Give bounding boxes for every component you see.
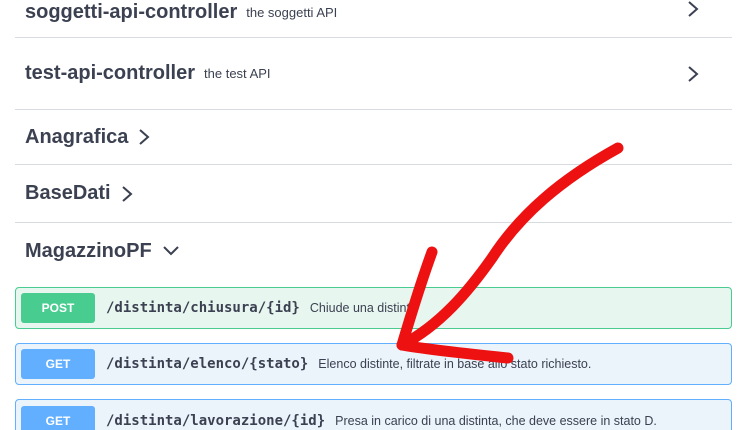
controller-name: soggetti-api-controller — [25, 1, 238, 23]
operation-summary: Elenco distinte, filtrate in base allo s… — [318, 357, 592, 371]
section-anagrafica[interactable]: Anagrafica — [15, 110, 732, 165]
operation-summary: Presa in carico di una distinta, che dev… — [335, 414, 657, 428]
operation-get-elenco[interactable]: GET /distinta/elenco/{stato} Elenco dist… — [15, 343, 732, 385]
chevron-right-icon[interactable] — [686, 0, 700, 18]
operation-path: /distinta/chiusura/{id} — [106, 300, 300, 316]
chevron-right-icon[interactable] — [686, 65, 700, 83]
operation-summary: Chiude una distinta — [309, 301, 417, 315]
operation-get-lavorazione[interactable]: GET /distinta/lavorazione/{id} Presa in … — [15, 399, 732, 430]
section-magazzinopf[interactable]: MagazzinoPF — [15, 223, 732, 279]
chevron-right-icon — [138, 128, 150, 146]
section-name: MagazzinoPF — [25, 239, 152, 262]
chevron-down-icon — [162, 245, 180, 257]
operation-post-chiusura[interactable]: POST /distinta/chiusura/{id} Chiude una … — [15, 287, 732, 329]
operation-path: /distinta/lavorazione/{id} — [106, 413, 326, 429]
controller-description: the soggetti API — [246, 5, 338, 20]
controller-soggetti[interactable]: soggetti-api-controller the soggetti API — [15, 0, 732, 38]
chevron-right-icon — [121, 185, 133, 203]
operation-path: /distinta/elenco/{stato} — [106, 356, 309, 372]
section-name: BaseDati — [25, 182, 111, 204]
controller-description: the test API — [204, 66, 271, 81]
method-badge: POST — [21, 293, 95, 323]
controller-name: test-api-controller — [25, 62, 196, 84]
controller-test[interactable]: test-api-controller the test API — [15, 38, 732, 110]
section-name: Anagrafica — [25, 125, 129, 148]
method-badge: GET — [21, 349, 95, 379]
method-badge: GET — [21, 406, 95, 430]
section-basedati[interactable]: BaseDati — [15, 165, 732, 223]
